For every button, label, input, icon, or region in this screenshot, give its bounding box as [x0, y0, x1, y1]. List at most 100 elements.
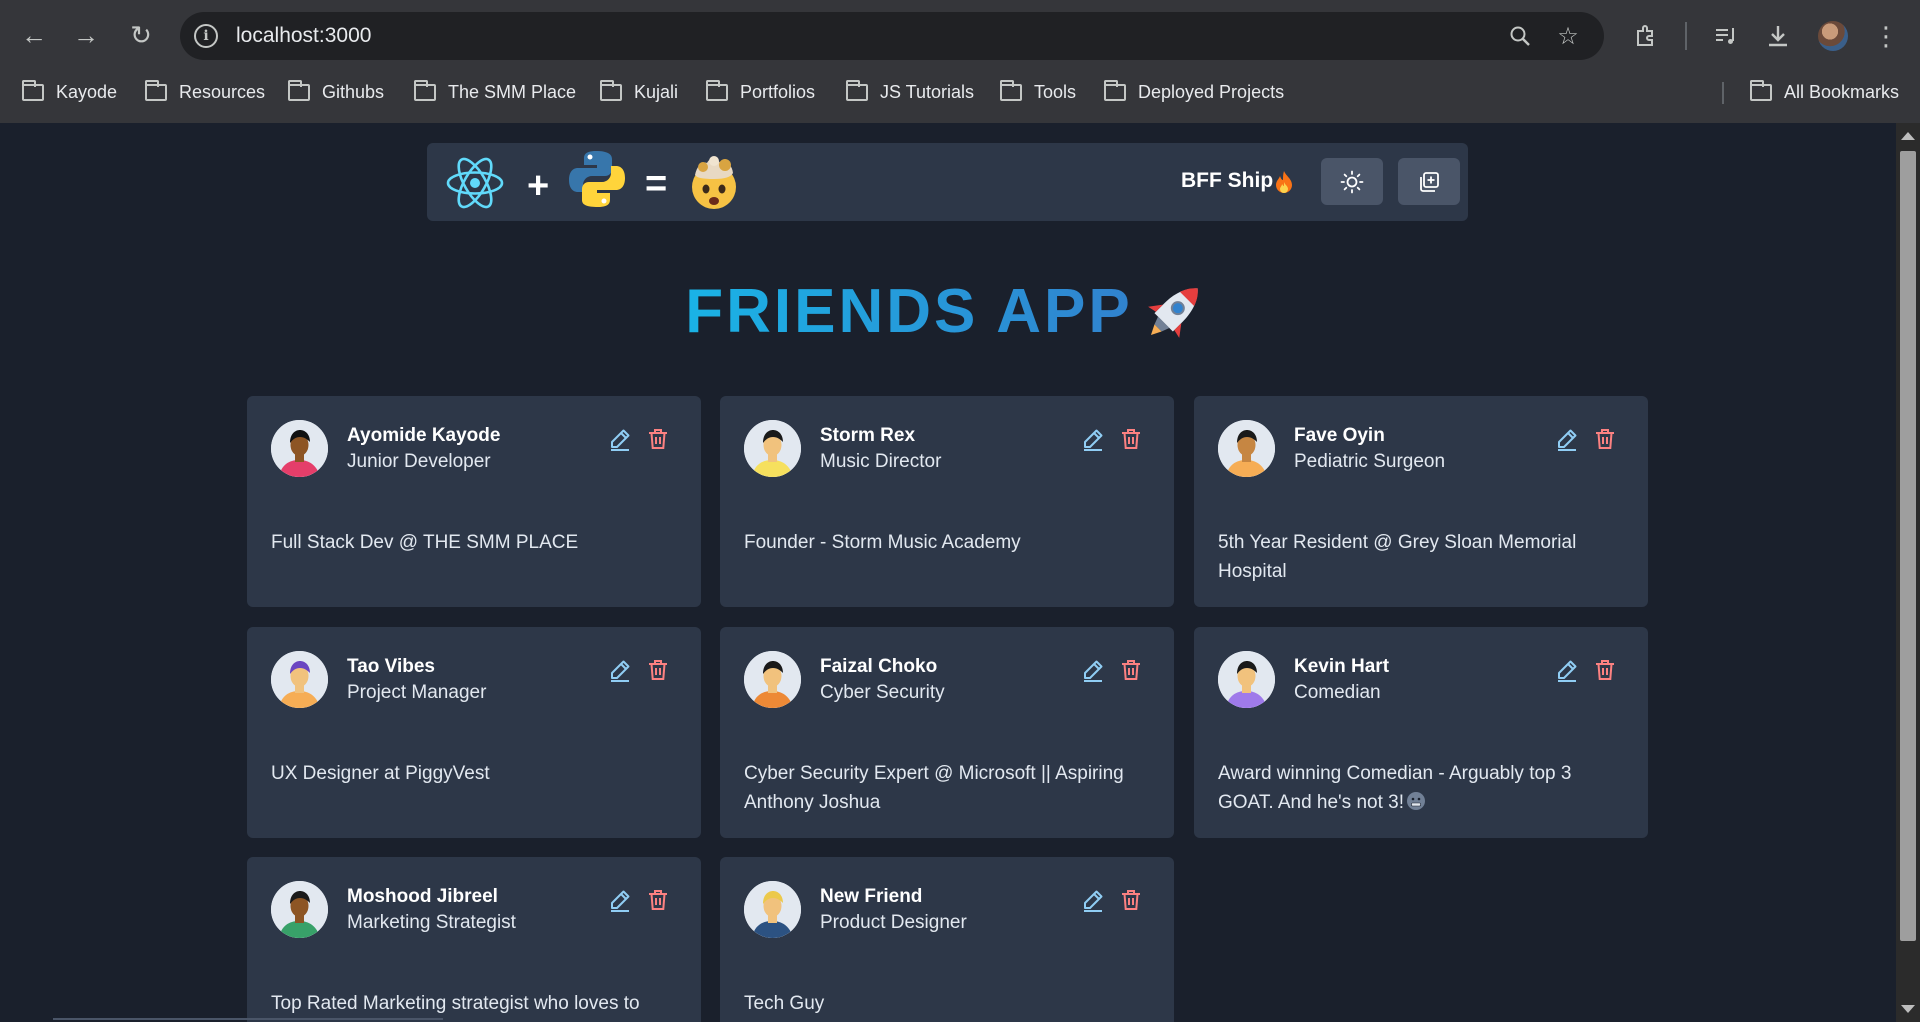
friend-avatar [744, 651, 801, 708]
friend-name: Faizal Choko [820, 656, 938, 677]
edit-icon[interactable] [1080, 887, 1106, 913]
python-logo-icon [569, 151, 625, 207]
delete-icon[interactable] [645, 887, 671, 913]
delete-icon[interactable] [1118, 887, 1144, 913]
edit-icon[interactable] [1554, 657, 1580, 683]
friend-name: Tao Vibes [347, 656, 435, 677]
scroll-up-arrow[interactable] [1901, 132, 1915, 140]
grimace-emoji-icon [1407, 792, 1425, 810]
media-queue-icon[interactable] [1708, 18, 1744, 54]
friend-role: Product Designer [820, 912, 967, 933]
add-square-icon [1420, 171, 1439, 192]
friend-avatar [1218, 420, 1275, 477]
friend-role: Pediatric Surgeon [1294, 451, 1446, 472]
edit-icon[interactable] [1554, 426, 1580, 452]
scrollbar-thumb[interactable] [1900, 151, 1916, 941]
kebab-menu-icon[interactable]: ⋮ [1868, 18, 1904, 54]
folder-icon [22, 79, 44, 101]
theme-toggle-button[interactable] [1321, 158, 1383, 205]
equals-sign: = [645, 163, 668, 205]
friend-name: New Friend [820, 886, 923, 907]
bookmark-portfolios[interactable]: Portfolios [706, 79, 815, 104]
friend-name: Storm Rex [820, 425, 916, 446]
add-friend-button[interactable] [1398, 158, 1460, 205]
delete-icon[interactable] [1592, 657, 1618, 683]
delete-icon[interactable] [1592, 426, 1618, 452]
folder-icon [414, 79, 436, 101]
folder-icon [706, 79, 728, 101]
friend-avatar [271, 651, 328, 708]
page-scrollbar[interactable] [1896, 123, 1920, 1022]
bookmark-tools[interactable]: Tools [1000, 79, 1076, 104]
friend-role: Marketing Strategist [347, 912, 516, 933]
address-bar[interactable]: i localhost:3000 ☆ [180, 12, 1604, 60]
friend-card: Faizal Choko Cyber Security Cyber Security… [720, 627, 1174, 838]
friend-description: Full Stack Dev @ THE SMM PLACE [271, 532, 579, 553]
edit-icon[interactable] [1080, 426, 1106, 452]
folder-icon [1000, 79, 1022, 101]
friend-role: Junior Developer [347, 451, 491, 472]
bookmark-the-smm-place[interactable]: The SMM Place [414, 79, 576, 104]
rocket-emoji-icon [1147, 288, 1198, 338]
delete-icon[interactable] [1118, 657, 1144, 683]
site-info-icon[interactable]: i [194, 24, 218, 48]
app-title: FRIENDS APP [685, 276, 1133, 346]
all-bookmarks[interactable]: All Bookmarks [1750, 79, 1899, 104]
delete-icon[interactable] [1118, 426, 1144, 452]
bookmark-githubs[interactable]: Githubs [288, 79, 384, 104]
friend-avatar [744, 881, 801, 938]
friend-avatar [271, 881, 328, 938]
friend-card: Tao Vibes Project Manager UX Designer at P… [247, 627, 701, 838]
download-icon[interactable] [1760, 18, 1796, 54]
bookmark-js-tutorials[interactable]: JS Tutorials [846, 79, 974, 104]
zoom-icon[interactable] [1506, 22, 1534, 50]
friend-name: Moshood Jibreel [347, 886, 498, 907]
friend-card: Fave Oyin Pediatric Surgeon 5th Year Resid… [1194, 396, 1648, 607]
back-icon[interactable]: ← [16, 17, 52, 53]
browser-toolbar: ← → ↻ i localhost:3000 ☆ ⋮ [0, 0, 1920, 72]
url-text[interactable]: localhost:3000 [236, 24, 371, 48]
bookmark-kayode[interactable]: Kayode [22, 79, 117, 104]
scroll-down-arrow[interactable] [1901, 1005, 1915, 1013]
edit-icon[interactable] [1080, 657, 1106, 683]
edit-icon[interactable] [607, 657, 633, 683]
friend-card: Ayomide Kayode Junior Developer Full Stack… [247, 396, 701, 607]
friend-name: Fave Oyin [1294, 425, 1385, 446]
profile-avatar[interactable] [1818, 21, 1848, 51]
reload-icon[interactable]: ↻ [123, 17, 159, 53]
edit-icon[interactable] [607, 887, 633, 913]
friend-role: Music Director [820, 451, 942, 472]
friend-description: Tech Guy [744, 993, 825, 1014]
bookmark-star-icon[interactable]: ☆ [1554, 22, 1582, 50]
folder-icon [1750, 79, 1772, 101]
friend-card: Moshood Jibreel Marketing Strategist Top R… [247, 857, 701, 1022]
friend-card: Storm Rex Music Director Founder - Storm M… [720, 396, 1174, 607]
friend-avatar [271, 420, 328, 477]
sun-icon [1340, 170, 1364, 193]
extensions-icon[interactable] [1628, 18, 1664, 54]
plus-sign: + [527, 165, 550, 207]
delete-icon[interactable] [645, 657, 671, 683]
fire-emoji-icon [1276, 171, 1292, 193]
friend-description: Founder - Storm Music Academy [744, 532, 1021, 553]
friend-card: Kevin Hart Comedian Award winning Comedian… [1194, 627, 1648, 838]
friend-avatar [1218, 651, 1275, 708]
bookmark-kujali[interactable]: Kujali [600, 79, 678, 104]
friend-name: Ayomide Kayode [347, 425, 501, 446]
edit-icon[interactable] [607, 426, 633, 452]
exploding-head-emoji-icon [692, 156, 736, 209]
bookmark-deployed-projects[interactable]: Deployed Projects [1104, 79, 1284, 104]
folder-icon [600, 79, 622, 101]
friend-description: 5th Year Resident @ Grey Sloan Memorial … [1218, 532, 1577, 582]
friend-name: Kevin Hart [1294, 656, 1390, 677]
horizontal-scroll-indicator [53, 1018, 443, 1020]
delete-icon[interactable] [645, 426, 671, 452]
react-logo-icon [446, 157, 504, 209]
brand-name: BFF Ship [1181, 169, 1274, 192]
friend-role: Cyber Security [820, 682, 945, 703]
bookmark-resources[interactable]: Resources [145, 79, 265, 104]
forward-icon[interactable]: → [68, 17, 104, 53]
friend-avatar [744, 420, 801, 477]
friend-role: Project Manager [347, 682, 487, 703]
app-navbar: + = BFF Ship [427, 143, 1468, 221]
